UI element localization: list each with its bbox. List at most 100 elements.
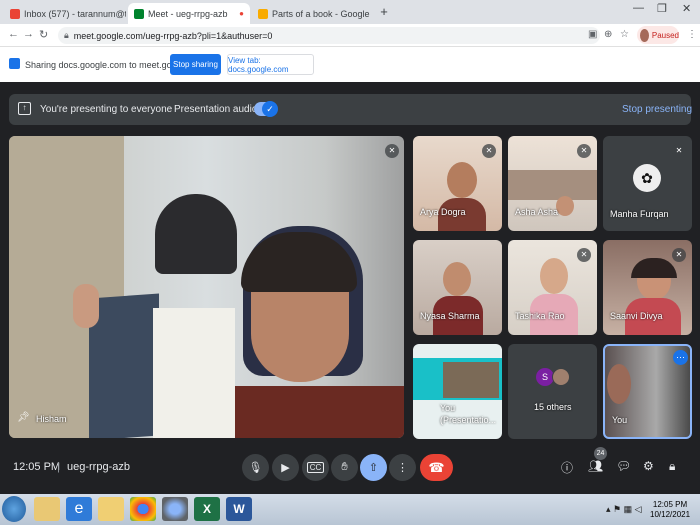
tile-manha-furqan[interactable]: ✿ ✕ Manha Furqan <box>603 136 692 231</box>
camera-icon: ▶︎ <box>281 462 290 474</box>
tile-others[interactable]: S 15 others <box>508 344 597 439</box>
chrome-icon[interactable] <box>162 497 188 521</box>
hand-icon: ✋︎ <box>341 461 348 473</box>
present-button[interactable]: ⇧ <box>360 454 387 481</box>
tile-tashika-rao[interactable]: ✕ Tashika Rao <box>508 240 597 335</box>
participant-name: You <box>612 415 628 425</box>
present-screen-icon: ↑ <box>18 102 31 115</box>
word-icon[interactable]: W <box>226 497 252 521</box>
tab-inbox[interactable]: Inbox (577) - tarannum@theindi <box>4 3 126 24</box>
captions-icon: CC <box>306 462 325 473</box>
microphone-button[interactable]: 🎙︎ <box>242 454 269 481</box>
url-text: meet.google.com/ueg-rrpg-azb?pli=1&authu… <box>73 30 273 41</box>
excel-icon[interactable]: X <box>194 497 220 521</box>
ie-icon[interactable]: e <box>66 497 92 521</box>
new-tab-button[interactable]: + <box>376 4 392 20</box>
shelf <box>508 170 597 200</box>
stop-presenting-button[interactable]: Stop presenting <box>622 104 692 115</box>
main-video-tile[interactable]: ✕ 📌︎ Hisham <box>9 136 404 438</box>
mic-off-icon: ✕ <box>482 144 496 158</box>
presentation-audio-label: Presentation audio <box>174 104 258 115</box>
meeting-code: ueg-rrpg-azb <box>67 461 130 473</box>
tab-label: Parts of a book - Google Sli <box>272 8 372 19</box>
chat-icon[interactable]: 💬︎ <box>616 459 631 473</box>
tile-presentation[interactable]: You (Presentatio... <box>413 344 502 439</box>
people-icon[interactable]: 👥︎ <box>588 459 603 473</box>
shirt <box>219 386 404 438</box>
tray-icons[interactable]: ▴ ⚑ ▦ ◁ <box>606 504 642 515</box>
face <box>540 258 568 294</box>
menu-icon[interactable]: ⋮ <box>687 29 697 40</box>
tile-self[interactable]: ⋯ You <box>603 344 692 439</box>
forward-icon[interactable]: → <box>23 28 34 40</box>
lock-icon: 🔒︎ <box>64 30 69 40</box>
hand <box>73 284 99 328</box>
reload-icon[interactable]: ↻ <box>39 28 48 41</box>
avatar: ✿ <box>633 164 661 192</box>
more-options-icon[interactable]: ⋯ <box>673 350 688 365</box>
slide-image <box>443 362 499 398</box>
chrome-icon[interactable] <box>130 497 156 521</box>
chair-back <box>155 194 237 274</box>
hair <box>631 258 677 278</box>
avatar <box>552 368 570 386</box>
camera-permission-icon[interactable]: ▣ <box>588 29 597 40</box>
mic-off-icon: ✕ <box>385 144 399 158</box>
back-icon[interactable]: ← <box>8 28 19 40</box>
info-icon[interactable]: ⓘ <box>561 459 573 476</box>
address-bar[interactable]: 🔒︎ meet.google.com/ueg-rrpg-azb?pli=1&au… <box>58 27 600 44</box>
phone-hangup-icon: ☎︎ <box>428 459 445 475</box>
share-icon <box>9 58 20 69</box>
avatar <box>640 28 649 42</box>
separator: | <box>57 461 60 473</box>
view-tab-button[interactable]: View tab: docs.google.com <box>227 54 314 75</box>
activities-icon[interactable]: ⚙︎ <box>643 459 654 473</box>
tile-saanvi-divya[interactable]: ✕ Saanvi Divya <box>603 240 692 335</box>
mic-icon: 🎙︎ <box>248 462 263 474</box>
captions-button[interactable]: CC <box>302 454 329 481</box>
participant-name: 15 others <box>534 402 572 412</box>
people-count-badge: 24 <box>594 447 607 460</box>
start-button[interactable] <box>2 496 26 522</box>
tile-nyasa-sharma[interactable]: Nyasa Sharma <box>413 240 502 335</box>
files-icon[interactable] <box>34 497 60 521</box>
face <box>443 262 471 296</box>
close-window-icon[interactable]: ✕ <box>682 2 691 15</box>
tab-slides[interactable]: Parts of a book - Google Sli ✕ <box>252 3 372 24</box>
book-cover <box>89 293 159 438</box>
participant-name: Arya Dogra <box>420 207 466 217</box>
stop-sharing-button[interactable]: Stop sharing <box>170 54 221 75</box>
presentation-audio-toggle[interactable]: ✓ <box>254 101 278 117</box>
presenting-status: You're presenting to everyone <box>40 104 173 115</box>
pin-icon[interactable]: 📌︎ <box>17 412 30 423</box>
raise-hand-button[interactable]: ✋︎ <box>331 454 358 481</box>
more-vert-icon: ⋮ <box>397 462 408 474</box>
meeting-time: 12:05 PM <box>13 461 61 473</box>
face <box>556 196 574 216</box>
profile-button[interactable]: Paused <box>637 26 679 44</box>
camera-button[interactable]: ▶︎ <box>272 454 299 481</box>
tab-label: Meet - ueg-rrpg-azb <box>148 8 228 19</box>
more-options-button[interactable]: ⋮ <box>389 454 416 481</box>
tile-asha-asha[interactable]: ✕ Asha Asha <box>508 136 597 231</box>
star-icon[interactable]: ☆ <box>620 29 629 40</box>
tile-arya-dogra[interactable]: ✕ Arya Dogra <box>413 136 502 231</box>
explorer-icon[interactable] <box>98 497 124 521</box>
participant-name: Saanvi Divya <box>610 311 663 321</box>
host-controls-icon[interactable]: 🔒︎ <box>669 459 675 474</box>
mic-off-icon: ✕ <box>577 144 591 158</box>
participant-name: Manha Furqan <box>610 209 669 219</box>
clock-date: 10/12/2021 <box>650 510 691 519</box>
maximize-icon[interactable]: ❐ <box>657 2 667 15</box>
zoom-icon[interactable]: ⊕ <box>604 29 612 40</box>
mic-off-icon: ✕ <box>672 248 686 262</box>
tab-meet[interactable]: Meet - ueg-rrpg-azb ● <box>128 3 250 24</box>
leave-call-button[interactable]: ☎︎ <box>420 454 453 481</box>
recording-dot-icon: ● <box>239 9 244 18</box>
participant-name: Nyasa Sharma <box>420 311 480 321</box>
tab-label: Inbox (577) - tarannum@theindi <box>24 8 126 19</box>
minimize-icon[interactable]: — <box>633 2 644 14</box>
face <box>607 364 631 404</box>
system-clock[interactable]: 12:05 PM 10/12/2021 <box>650 500 690 520</box>
mic-off-icon: ✕ <box>672 144 686 158</box>
